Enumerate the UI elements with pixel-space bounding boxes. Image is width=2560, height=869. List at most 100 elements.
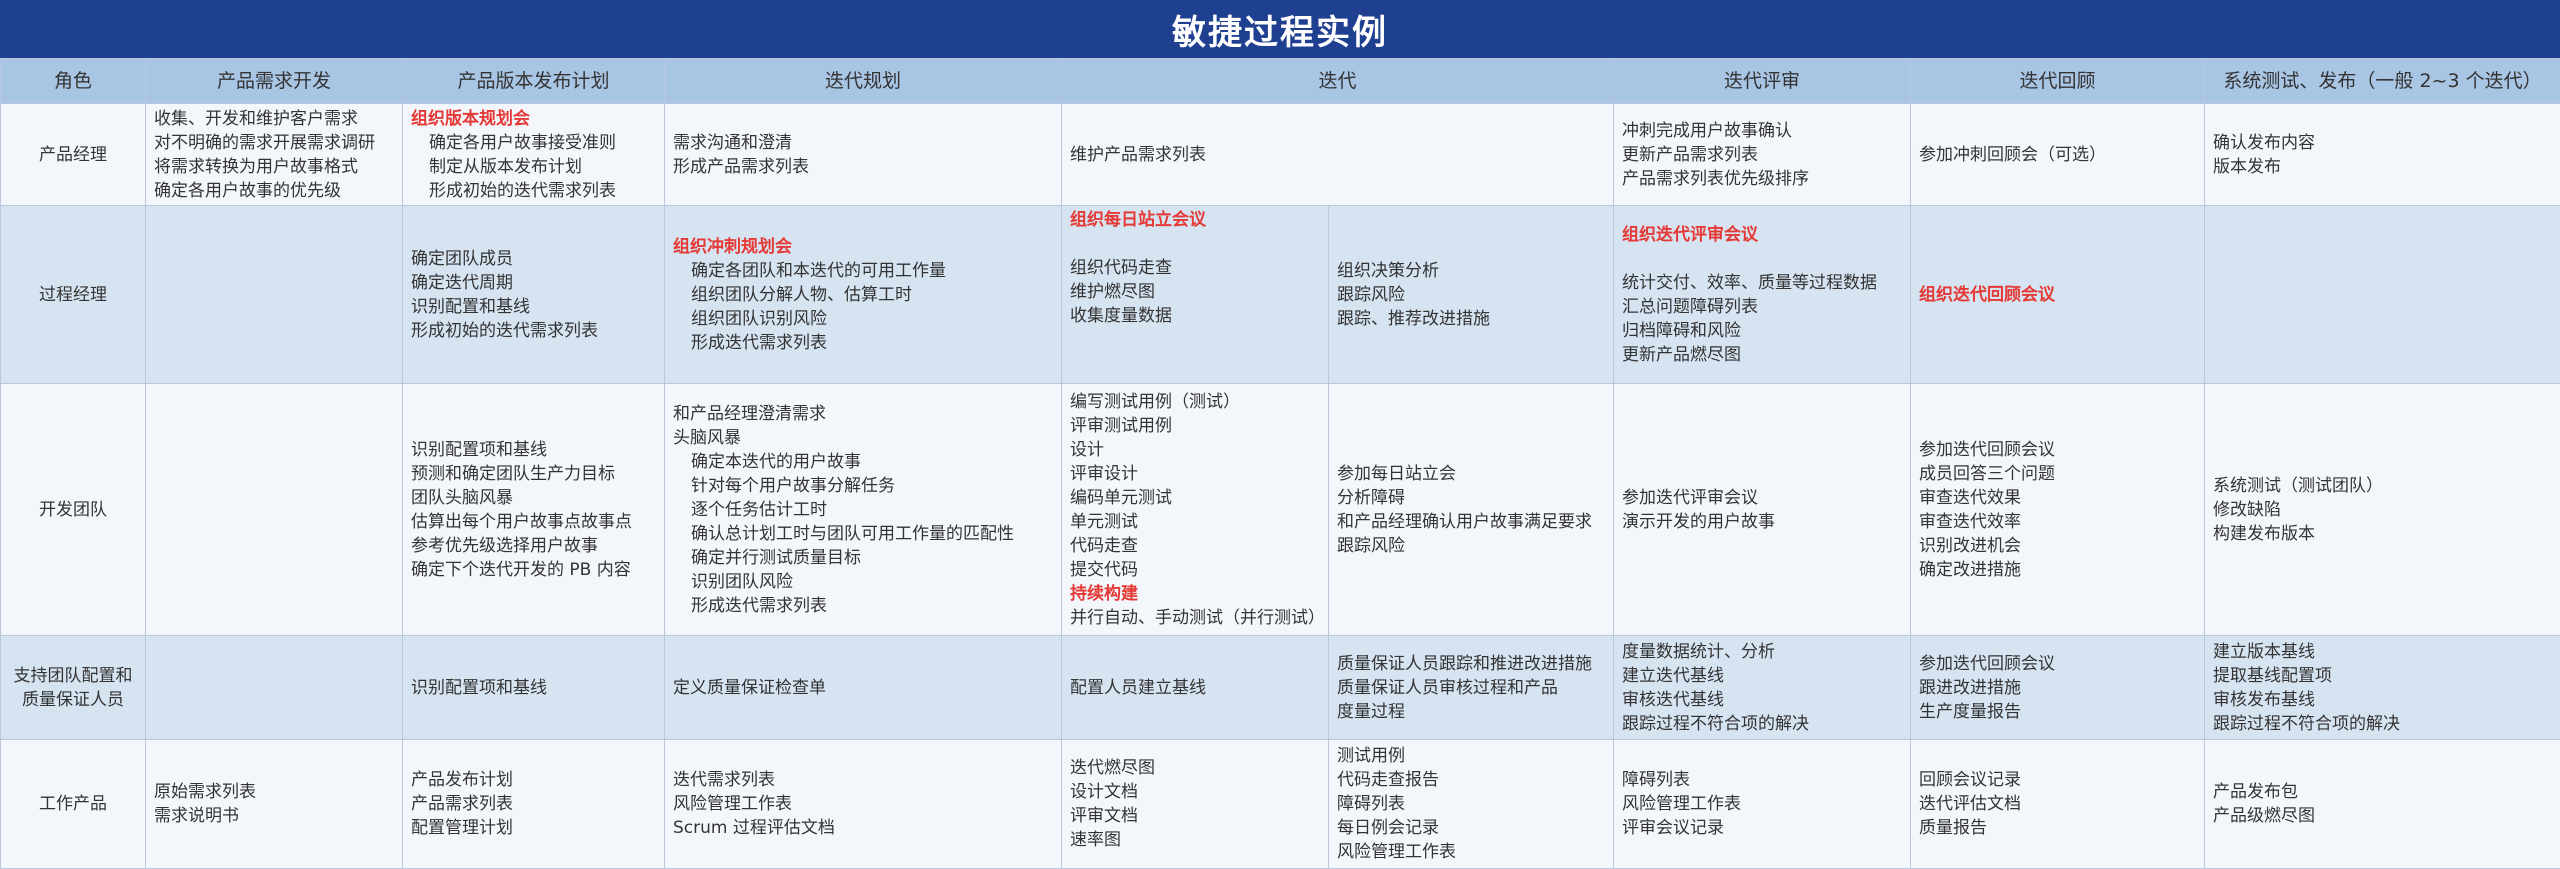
cell-line: 参加冲刺回顾会（可选） bbox=[1919, 143, 2196, 167]
cell-line: 参考优先级选择用户故事 bbox=[411, 534, 656, 558]
cell-line: 形成初始的迭代需求列表 bbox=[411, 179, 656, 203]
cell-line: 和产品经理澄清需求 bbox=[673, 402, 1053, 426]
cell-line: 演示开发的用户故事 bbox=[1622, 510, 1902, 534]
cell: 组织决策分析跟踪风险 跟踪、推荐改进措施 bbox=[1329, 206, 1614, 384]
role-cell: 工作产品 bbox=[1, 740, 146, 869]
cell-line: 评审文档 bbox=[1070, 804, 1320, 828]
cell-line: 形成初始的迭代需求列表 bbox=[411, 319, 656, 343]
cell-line: 预测和确定团队生产力目标 bbox=[411, 462, 656, 486]
cell-line: 速率图 bbox=[1070, 828, 1320, 852]
cell-line: 确定迭代周期 bbox=[411, 271, 656, 295]
cell-line: 评审会议记录 bbox=[1622, 816, 1902, 840]
cell: 质量保证人员跟踪和推进改进措施质量保证人员审核过程和产品 度量过程 bbox=[1329, 636, 1614, 740]
cell-line: 迭代燃尽图 bbox=[1070, 756, 1320, 780]
cell: 需求沟通和澄清形成产品需求列表 bbox=[665, 104, 1062, 206]
cell-line: 度量数据统计、分析 bbox=[1622, 640, 1902, 664]
cell-line: 确定各用户故事接受准则 bbox=[411, 131, 656, 155]
cell: 原始需求列表需求说明书 bbox=[146, 740, 403, 869]
cell-line: 识别配置项和基线 bbox=[411, 676, 656, 700]
cell-line: 定义质量保证检查单 bbox=[673, 676, 1053, 700]
header-row: 角色 产品需求开发 产品版本发布计划 迭代规划 迭代 迭代评审 迭代回顾 系统测… bbox=[1, 59, 2560, 104]
cell-line: 评审设计 bbox=[1070, 462, 1320, 486]
cell-line: 回顾会议记录 bbox=[1919, 768, 2196, 792]
cell-line: 将需求转换为用户故事格式 bbox=[154, 155, 394, 179]
cell: 参加迭代回顾会议成员回答三个问题 审查迭代效果审查迭代效率 识别改进机会确定改进… bbox=[1911, 384, 2205, 636]
cell-line: 确定下个迭代开发的 PB 内容 bbox=[411, 558, 656, 582]
header-retro: 迭代回顾 bbox=[1911, 59, 2205, 104]
cell: 组织每日站立会议 组织代码走查维护燃尽图 收集度量数据 bbox=[1062, 206, 1329, 384]
cell-line: 版本发布 bbox=[2213, 155, 2552, 179]
cell-line: 形成迭代需求列表 bbox=[673, 594, 1053, 618]
cell-line: 并行自动、手动测试（并行测试） bbox=[1070, 606, 1320, 630]
cell-line: 原始需求列表 bbox=[154, 780, 394, 804]
cell-line: 产品级燃尽图 bbox=[2213, 804, 2552, 828]
cell-line: 障碍列表 bbox=[1622, 768, 1902, 792]
cell-line: 审核发布基线 bbox=[2213, 688, 2552, 712]
cell-line: 确认总计划工时与团队可用工作量的匹配性 bbox=[673, 522, 1053, 546]
cell: 产品发布计划产品需求列表 配置管理计划 bbox=[403, 740, 665, 869]
highlight-text: 组织迭代评审会议 bbox=[1622, 223, 1902, 247]
cell-line: 参加迭代评审会议 bbox=[1622, 486, 1902, 510]
cell: 冲刺完成用户故事确认更新产品需求列表 产品需求列表优先级排序 bbox=[1614, 104, 1911, 206]
cell-line: 跟踪过程不符合项的解决 bbox=[1622, 712, 1902, 736]
cell: 识别配置项和基线 bbox=[403, 636, 665, 740]
role-cell: 产品经理 bbox=[1, 104, 146, 206]
cell-line: 系统测试（测试团队） bbox=[2213, 474, 2552, 498]
highlight-text: 组织冲刺规划会 bbox=[673, 235, 1053, 259]
cell: 组织迭代评审会议 统计交付、效率、质量等过程数据汇总问题障碍列表 归档障碍和风险… bbox=[1614, 206, 1911, 384]
cell-line: 跟踪、推荐改进措施 bbox=[1337, 307, 1605, 331]
cell-line: 质量保证人员 bbox=[9, 688, 137, 712]
cell bbox=[146, 636, 403, 740]
cell-line: 生产度量报告 bbox=[1919, 700, 2196, 724]
cell: 配置人员建立基线 bbox=[1062, 636, 1329, 740]
cell-line: 审查迭代效果 bbox=[1919, 486, 2196, 510]
cell: 定义质量保证检查单 bbox=[665, 636, 1062, 740]
cell-line: 跟踪过程不符合项的解决 bbox=[2213, 712, 2552, 736]
cell-line: 风险管理工作表 bbox=[1337, 840, 1605, 864]
page-title: 敏捷过程实例 bbox=[0, 0, 2560, 58]
cell: 障碍列表风险管理工作表 评审会议记录 bbox=[1614, 740, 1911, 869]
highlight-text: 持续构建 bbox=[1070, 582, 1320, 606]
cell-line: 障碍列表 bbox=[1337, 792, 1605, 816]
cell bbox=[2205, 206, 2560, 384]
cell-line: 迭代评估文档 bbox=[1919, 792, 2196, 816]
table-row: 工作产品 原始需求列表需求说明书 产品发布计划产品需求列表 配置管理计划 迭代需… bbox=[1, 740, 2560, 869]
cell-line: 团队头脑风暴 bbox=[411, 486, 656, 510]
cell-line: 编写测试用例（测试） bbox=[1070, 390, 1320, 414]
cell: 产品发布包产品级燃尽图 bbox=[2205, 740, 2560, 869]
cell-line: 支持团队配置和 bbox=[9, 664, 137, 688]
cell-line: 冲刺完成用户故事确认 bbox=[1622, 119, 1902, 143]
cell-line: 跟进改进措施 bbox=[1919, 676, 2196, 700]
cell: 参加冲刺回顾会（可选） bbox=[1911, 104, 2205, 206]
cell-line: 对不明确的需求开展需求调研 bbox=[154, 131, 394, 155]
cell-line: 配置人员建立基线 bbox=[1070, 676, 1320, 700]
cell-line: 针对每个用户故事分解任务 bbox=[673, 474, 1053, 498]
cell-line: 收集度量数据 bbox=[1070, 304, 1320, 328]
header-iteration: 迭代 bbox=[1062, 59, 1614, 104]
cell: 迭代需求列表风险管理工作表 Scrum 过程评估文档 bbox=[665, 740, 1062, 869]
cell: 组织版本规划会 确定各用户故事接受准则制定从版本发布计划 形成初始的迭代需求列表 bbox=[403, 104, 665, 206]
cell-line: 确定本迭代的用户故事 bbox=[673, 450, 1053, 474]
cell: 回顾会议记录迭代评估文档 质量报告 bbox=[1911, 740, 2205, 869]
cell-line: 产品发布包 bbox=[2213, 780, 2552, 804]
cell-line: 风险管理工作表 bbox=[1622, 792, 1902, 816]
cell-line: 识别改进机会 bbox=[1919, 534, 2196, 558]
cell-line: 确定改进措施 bbox=[1919, 558, 2196, 582]
table-row: 开发团队 识别配置项和基线预测和确定团队生产力目标 团队头脑风暴估算出每个用户故… bbox=[1, 384, 2560, 636]
cell-line: 更新产品需求列表 bbox=[1622, 143, 1902, 167]
cell-line: 产品发布计划 bbox=[411, 768, 656, 792]
cell-line: 产品需求列表优先级排序 bbox=[1622, 167, 1902, 191]
cell-line: 需求沟通和澄清 bbox=[673, 131, 1053, 155]
cell-line: 提交代码 bbox=[1070, 558, 1320, 582]
header-release-plan: 产品版本发布计划 bbox=[403, 59, 665, 104]
header-release: 系统测试、发布（一般 2~3 个迭代） bbox=[2205, 59, 2560, 104]
cell-line: 逐个任务估计工时 bbox=[673, 498, 1053, 522]
cell-line: 建立迭代基线 bbox=[1622, 664, 1902, 688]
cell-line: 审核迭代基线 bbox=[1622, 688, 1902, 712]
cell-line: 确定各用户故事的优先级 bbox=[154, 179, 394, 203]
cell: 建立版本基线提取基线配置项 审核发布基线跟踪过程不符合项的解决 bbox=[2205, 636, 2560, 740]
cell-line: 每日例会记录 bbox=[1337, 816, 1605, 840]
cell: 参加迭代回顾会议跟进改进措施 生产度量报告 bbox=[1911, 636, 2205, 740]
header-req-dev: 产品需求开发 bbox=[146, 59, 403, 104]
cell-line: 参加每日站立会 bbox=[1337, 462, 1605, 486]
